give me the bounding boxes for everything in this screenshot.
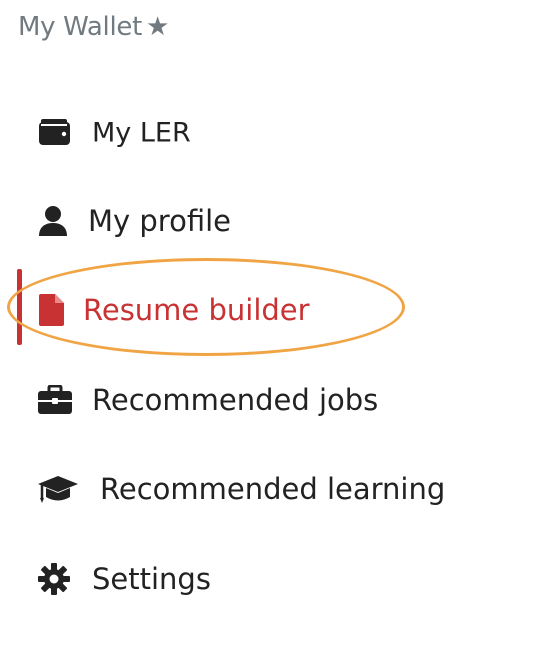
nav-item-label: Resume builder: [83, 293, 310, 327]
wallet-title[interactable]: My Wallet ★: [18, 12, 169, 42]
nav-item-my-profile[interactable]: My profile: [0, 191, 300, 251]
gear-icon: [38, 563, 70, 595]
wallet-sidebar: My Wallet ★ My LER My profile Resume buil…: [0, 0, 540, 664]
nav-item-my-ler[interactable]: My LER: [0, 103, 300, 163]
nav-item-resume-builder[interactable]: Resume builder: [0, 280, 400, 340]
file-icon: [39, 294, 64, 326]
nav-item-settings[interactable]: Settings: [0, 549, 300, 609]
nav-item-label: Recommended learning: [100, 472, 446, 506]
user-icon: [39, 206, 67, 236]
graduation-cap-icon: [38, 476, 78, 503]
nav-item-label: Recommended jobs: [92, 383, 379, 417]
nav-item-label: My profile: [88, 204, 232, 238]
wallet-title-label: My Wallet: [18, 12, 142, 42]
nav-item-recommended-jobs[interactable]: Recommended jobs: [0, 370, 420, 430]
star-icon: ★: [146, 12, 170, 42]
nav-item-recommended-learning[interactable]: Recommended learning: [0, 459, 500, 519]
nav-item-label: Settings: [92, 562, 211, 596]
nav-item-label: My LER: [92, 117, 191, 149]
briefcase-icon: [38, 385, 72, 414]
wallet-icon: [39, 119, 70, 145]
